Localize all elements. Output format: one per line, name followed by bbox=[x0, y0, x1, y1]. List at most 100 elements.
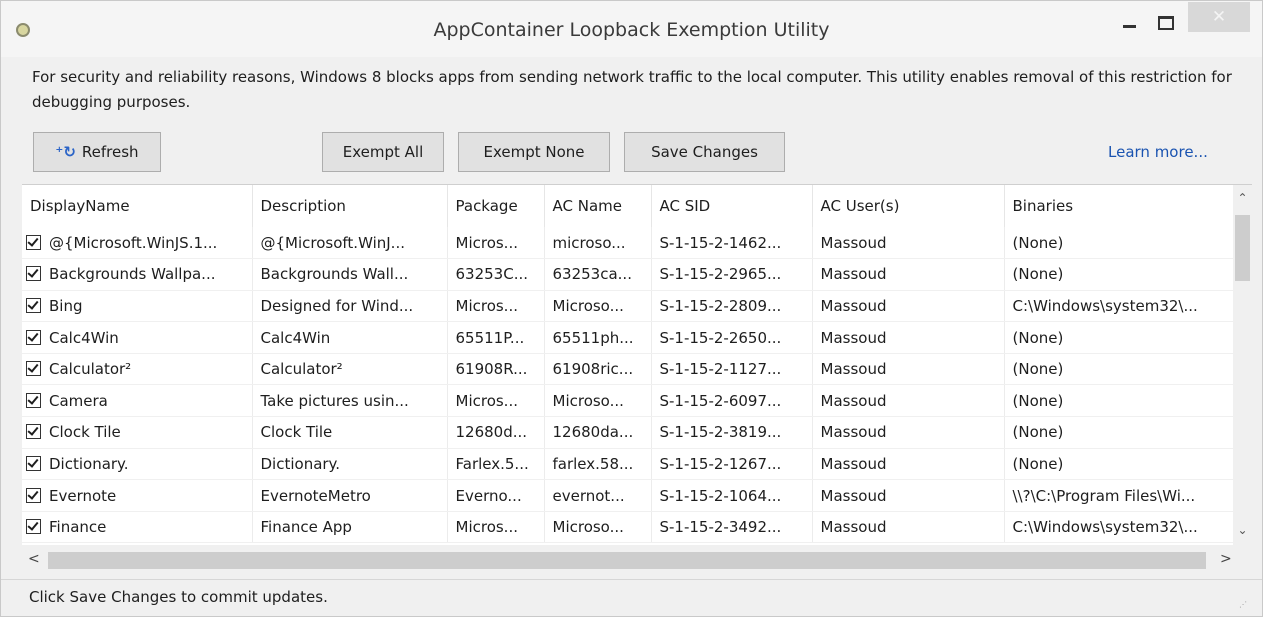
table-row[interactable]: Dictionary. Dictionary. Farlex.5... farlex.… bbox=[22, 448, 1234, 481]
cell-ac-name: 65511ph... bbox=[544, 321, 652, 354]
cell-text: S-1-15-2-2809... bbox=[659, 296, 782, 315]
cell-ac-sid: S-1-15-2-2965... bbox=[651, 258, 813, 291]
cell-ac-sid: S-1-15-2-1127... bbox=[651, 353, 813, 386]
chevron-left-icon[interactable]: < bbox=[28, 551, 40, 567]
exempt-all-button[interactable]: Exempt All bbox=[322, 132, 444, 172]
refresh-button[interactable]: ⁺↻ Refresh bbox=[33, 132, 161, 172]
cell-binaries: \\?\C:\Program Files\Wi... bbox=[1004, 479, 1234, 512]
exempt-checkbox[interactable] bbox=[26, 234, 41, 250]
cell-text: S-1-15-2-3492... bbox=[659, 518, 782, 537]
exempt-checkbox[interactable] bbox=[26, 329, 41, 345]
horizontal-scrollbar[interactable]: < > bbox=[22, 545, 1252, 577]
cell-ac-users: Massoud bbox=[812, 290, 1005, 323]
cell-ac-users: Massoud bbox=[812, 353, 1005, 386]
cell-binaries: (None) bbox=[1004, 416, 1234, 449]
cell-text: Microso... bbox=[552, 518, 624, 537]
cell-binaries: C:\Windows\system32\... bbox=[1004, 290, 1234, 323]
cell-text: C:\Windows\system32\... bbox=[1012, 518, 1198, 537]
cell-ac-name: 12680da... bbox=[544, 416, 652, 449]
cell-ac-name: 61908ric... bbox=[544, 353, 652, 386]
cell-text: S-1-15-2-2965... bbox=[659, 265, 782, 284]
table-row[interactable]: Calc4Win Calc4Win 65511P... 65511ph... S-1-1… bbox=[22, 321, 1234, 354]
exempt-checkbox[interactable] bbox=[26, 297, 41, 313]
cell-description: EvernoteMetro bbox=[252, 479, 448, 512]
exempt-checkbox[interactable] bbox=[26, 392, 41, 408]
table-row[interactable]: @{Microsoft.WinJS.1... @{Microsoft.WinJ..… bbox=[22, 227, 1234, 260]
cell-description: Designed for Wind... bbox=[252, 290, 448, 323]
cell-text: Finance bbox=[49, 518, 107, 537]
table-row[interactable]: Bing Designed for Wind... Micros... Microso… bbox=[22, 290, 1234, 323]
learn-more-link[interactable]: Learn more... bbox=[1108, 143, 1208, 161]
exempt-checkbox[interactable] bbox=[26, 455, 41, 471]
cell-text: evernot... bbox=[552, 486, 625, 505]
vertical-scrollbar[interactable]: ⌃ ⌄ bbox=[1233, 185, 1252, 577]
cell-displayname: Backgrounds Wallpa... bbox=[22, 258, 253, 291]
cell-text: 12680da... bbox=[552, 423, 634, 442]
vertical-scroll-thumb[interactable] bbox=[1235, 215, 1250, 281]
minimize-button[interactable] bbox=[1113, 11, 1149, 35]
chevron-up-icon[interactable]: ⌃ bbox=[1233, 191, 1252, 205]
cell-binaries: (None) bbox=[1004, 227, 1234, 260]
cell-text: 12680d... bbox=[455, 423, 528, 442]
cell-ac-sid: S-1-15-2-1267... bbox=[651, 448, 813, 481]
cell-binaries: (None) bbox=[1004, 448, 1234, 481]
save-changes-button[interactable]: Save Changes bbox=[624, 132, 785, 172]
cell-text: microso... bbox=[552, 233, 626, 252]
cell-binaries: (None) bbox=[1004, 353, 1234, 386]
cell-text: Calculator² bbox=[260, 360, 343, 379]
column-header-binaries[interactable]: Binaries bbox=[1004, 185, 1234, 227]
cell-text: Microso... bbox=[552, 391, 624, 410]
cell-ac-users: Massoud bbox=[812, 416, 1005, 449]
cell-ac-users: Massoud bbox=[812, 258, 1005, 291]
cell-package: Everno... bbox=[447, 479, 545, 512]
chevron-right-icon[interactable]: > bbox=[1220, 551, 1232, 567]
cell-text: (None) bbox=[1012, 454, 1064, 473]
exempt-checkbox[interactable] bbox=[26, 487, 41, 503]
horizontal-scroll-thumb[interactable] bbox=[48, 552, 1206, 569]
column-header-description[interactable]: Description bbox=[252, 185, 448, 227]
table-row[interactable]: Finance Finance App Micros... Microso... S-1… bbox=[22, 511, 1234, 544]
column-header-ac-name[interactable]: AC Name bbox=[544, 185, 652, 227]
close-button[interactable]: ✕ bbox=[1188, 2, 1250, 32]
exempt-checkbox[interactable] bbox=[26, 424, 41, 440]
cell-text: S-1-15-2-3819... bbox=[659, 423, 782, 442]
column-header-package[interactable]: Package bbox=[447, 185, 545, 227]
resize-grip-icon[interactable]: ⋰ bbox=[1239, 600, 1251, 612]
exempt-checkbox[interactable] bbox=[26, 361, 41, 377]
cell-ac-name: farlex.58... bbox=[544, 448, 652, 481]
column-header-ac-sid[interactable]: AC SID bbox=[651, 185, 813, 227]
column-header-displayname[interactable]: DisplayName bbox=[22, 185, 253, 227]
table-row[interactable]: Evernote EvernoteMetro Everno... evernot...… bbox=[22, 479, 1234, 512]
cell-text: Micros... bbox=[455, 391, 519, 410]
cell-text: S-1-15-2-1267... bbox=[659, 454, 782, 473]
cell-text: Calc4Win bbox=[260, 328, 331, 347]
app-window: AppContainer Loopback Exemption Utility … bbox=[0, 0, 1263, 617]
app-table: DisplayName Description Package AC Name … bbox=[22, 185, 1234, 544]
cell-displayname: Clock Tile bbox=[22, 416, 253, 449]
app-list-grid[interactable]: DisplayName Description Package AC Name … bbox=[22, 184, 1252, 577]
save-changes-label: Save Changes bbox=[651, 143, 758, 161]
cell-text: Backgrounds Wallpa... bbox=[49, 265, 216, 284]
table-row[interactable]: Camera Take pictures usin... Micros... Micr… bbox=[22, 384, 1234, 418]
cell-ac-sid: S-1-15-2-2650... bbox=[651, 321, 813, 354]
table-row[interactable]: Calculator² Calculator² 61908R... 61908ric.… bbox=[22, 353, 1234, 386]
maximize-button[interactable] bbox=[1147, 11, 1183, 35]
cell-text: Finance App bbox=[260, 518, 352, 537]
title-bar[interactable]: AppContainer Loopback Exemption Utility … bbox=[1, 1, 1262, 57]
chevron-down-icon[interactable]: ⌄ bbox=[1233, 523, 1252, 537]
column-header-ac-users[interactable]: AC User(s) bbox=[812, 185, 1005, 227]
status-bar: Click Save Changes to commit updates. ⋰ bbox=[1, 579, 1262, 616]
cell-ac-users: Massoud bbox=[812, 479, 1005, 512]
cell-text: Micros... bbox=[455, 233, 519, 252]
cell-ac-users: Massoud bbox=[812, 384, 1005, 418]
cell-description: Backgrounds Wall... bbox=[252, 258, 448, 291]
exempt-none-button[interactable]: Exempt None bbox=[458, 132, 610, 172]
exempt-checkbox[interactable] bbox=[26, 266, 41, 282]
header-row: DisplayName Description Package AC Name … bbox=[22, 185, 1234, 227]
cell-ac-users: Massoud bbox=[812, 511, 1005, 544]
table-row[interactable]: Backgrounds Wallpa... Backgrounds Wall...… bbox=[22, 258, 1234, 291]
cell-ac-sid: S-1-15-2-3819... bbox=[651, 416, 813, 449]
cell-text: Micros... bbox=[455, 296, 519, 315]
table-row[interactable]: Clock Tile Clock Tile 12680d... 12680da... S… bbox=[22, 416, 1234, 449]
exempt-checkbox[interactable] bbox=[26, 519, 41, 535]
